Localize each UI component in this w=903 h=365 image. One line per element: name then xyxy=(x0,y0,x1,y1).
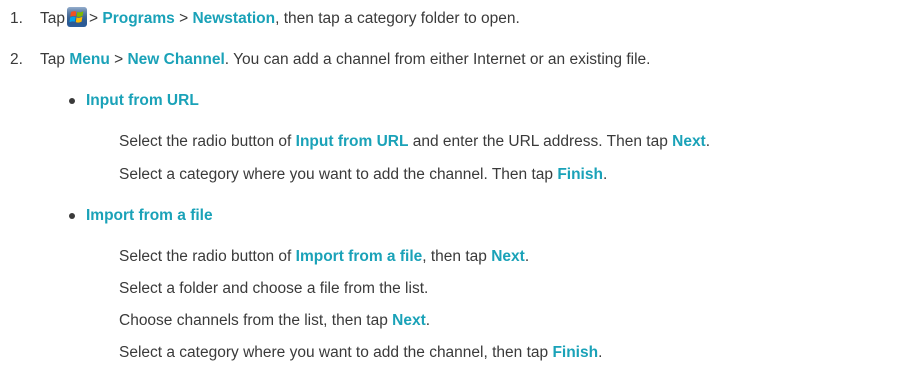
sub-line-text: Choose channels from the list, then tap … xyxy=(119,309,430,333)
newstation-link[interactable]: Newstation xyxy=(192,10,275,27)
text-segment: Select a category where you want to add … xyxy=(119,166,558,183)
input-from-url-option[interactable]: Input from URL xyxy=(296,133,409,150)
step-1-text: Tap > Programs > Newstation, then tap a … xyxy=(40,7,520,31)
text-segment: Choose channels from the list, then tap xyxy=(119,312,393,329)
text-segment: , then tap xyxy=(422,248,492,265)
programs-link[interactable]: Programs xyxy=(102,10,174,27)
text-segment: . xyxy=(524,248,530,265)
text-segment: Select the radio button of xyxy=(119,248,296,265)
step-number: 2. xyxy=(10,51,23,68)
finish-button-ref[interactable]: Finish xyxy=(552,344,598,361)
step-text-pre: Tap xyxy=(40,10,65,27)
finish-button-ref[interactable]: Finish xyxy=(557,166,603,183)
text-segment: . xyxy=(425,312,431,329)
text-segment: and enter the URL address. Then tap xyxy=(408,133,673,150)
step-separator: > xyxy=(89,10,99,27)
text-segment: Select a folder and choose a file from t… xyxy=(119,280,429,297)
step-text-post: . You can add a channel from either Inte… xyxy=(224,51,651,68)
import-from-file-option[interactable]: Import from a file xyxy=(296,248,423,265)
instruction-document: 1. Tap > Programs > Newstation, then tap… xyxy=(0,0,903,364)
step-text-post: , then tap a category folder to open. xyxy=(275,10,520,27)
text-segment: . xyxy=(705,133,711,150)
text-segment: Select a category where you want to add … xyxy=(119,344,553,361)
next-button-ref[interactable]: Next xyxy=(491,248,525,265)
bullet-title[interactable]: Import from a file xyxy=(86,204,213,228)
sub-line-text: Select a category where you want to add … xyxy=(119,163,607,187)
bullet-icon xyxy=(69,98,75,104)
next-button-ref[interactable]: Next xyxy=(672,133,706,150)
bullet-title[interactable]: Input from URL xyxy=(86,89,199,113)
new-channel-link[interactable]: New Channel xyxy=(127,51,224,68)
text-segment: . xyxy=(598,344,603,361)
menu-link[interactable]: Menu xyxy=(69,51,109,68)
step-separator: > xyxy=(114,51,124,68)
step-separator: > xyxy=(179,10,189,27)
step-2-text: Tap Menu > New Channel. You can add a ch… xyxy=(40,48,650,72)
bullet-icon xyxy=(69,213,75,219)
text-segment: . xyxy=(602,166,608,183)
next-button-ref[interactable]: Next xyxy=(392,312,426,329)
text-segment: Select the radio button of xyxy=(119,133,296,150)
sub-line-text: Select a folder and choose a file from t… xyxy=(119,277,428,301)
sub-line-text: Select the radio button of Import from a… xyxy=(119,245,529,269)
step-text-pre: Tap xyxy=(40,51,65,68)
step-number: 1. xyxy=(10,10,23,27)
sub-line-text: Select a category where you want to add … xyxy=(119,341,602,365)
sub-line-text: Select the radio button of Input from UR… xyxy=(119,130,710,154)
windows-start-icon xyxy=(67,7,87,27)
